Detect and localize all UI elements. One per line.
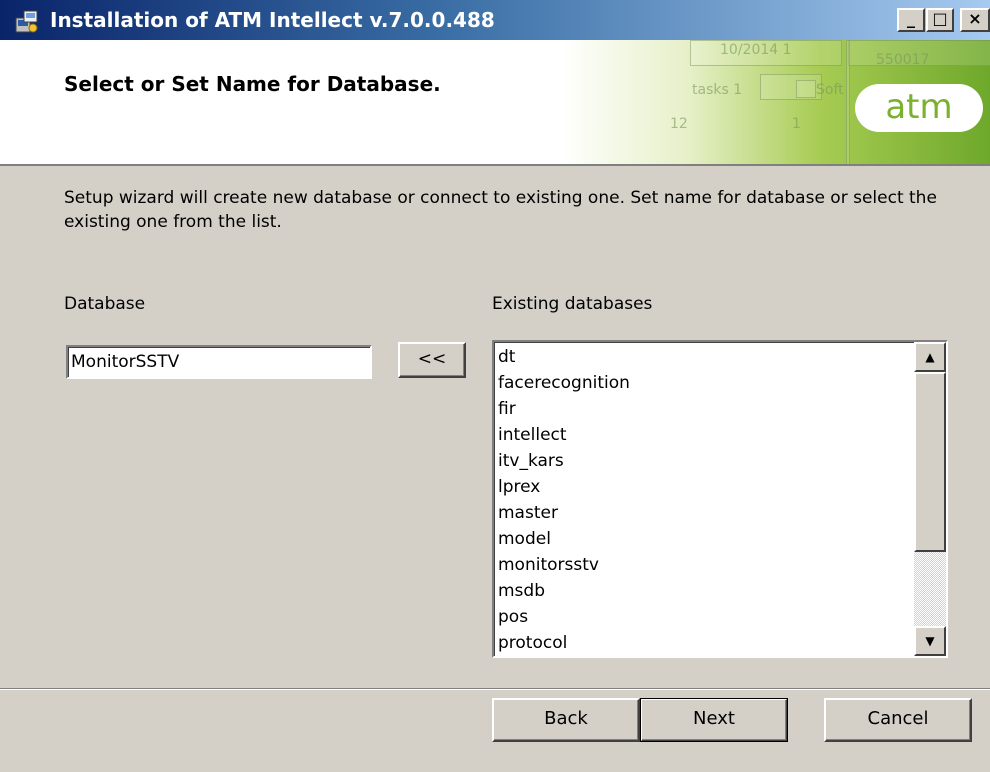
close-button[interactable]: × (960, 8, 990, 32)
cancel-button[interactable]: Cancel (824, 698, 972, 742)
title-bar[interactable]: Installation of ATM Intellect v.7.0.0.48… (0, 0, 990, 40)
banner-text: 12 (670, 116, 688, 132)
atm-logo: atm (855, 84, 983, 132)
banner-text: 550017 (876, 52, 930, 68)
list-item[interactable]: dt (498, 344, 908, 370)
list-item[interactable]: model (498, 526, 908, 552)
footer-separator (0, 688, 990, 690)
list-item[interactable]: msdb (498, 578, 908, 604)
list-item[interactable]: protocol (498, 630, 908, 656)
page-title: Select or Set Name for Database. (64, 72, 441, 96)
instructions-text: Setup wizard will create new database or… (64, 188, 937, 232)
banner-text: 10/2014 1 (720, 42, 792, 58)
logo-text: atm (885, 87, 953, 127)
installer-icon (15, 10, 38, 33)
scroll-thumb[interactable] (914, 372, 946, 552)
window-title: Installation of ATM Intellect v.7.0.0.48… (50, 8, 495, 32)
existing-databases-list[interactable]: dt facerecognition fir intellect itv_kar… (492, 340, 948, 658)
arrow-down-icon: ▼ (925, 634, 935, 648)
installer-window: Installation of ATM Intellect v.7.0.0.48… (0, 0, 990, 772)
next-button[interactable]: Next (640, 698, 788, 742)
scroll-up-button[interactable]: ▲ (914, 342, 946, 372)
list-item[interactable]: lprex (498, 474, 908, 500)
list-item[interactable]: pos (498, 604, 908, 630)
list-item[interactable]: itv_kars (498, 448, 908, 474)
banner-text: Soft (816, 82, 844, 98)
list-item[interactable]: intellect (498, 422, 908, 448)
back-button[interactable]: Back (492, 698, 640, 742)
minimize-button[interactable]: _ (897, 8, 925, 32)
database-name-input[interactable] (66, 345, 372, 379)
existing-databases-label: Existing databases (492, 294, 653, 314)
maximize-button[interactable]: □ (926, 8, 954, 32)
wizard-header: 10/2014 1 550017 Soft tasks 1 12 1 atm S… (0, 40, 990, 166)
list-item[interactable]: monitorsstv (498, 552, 908, 578)
banner-text: tasks 1 (692, 82, 743, 98)
list-scrollbar[interactable]: ▲ ▼ (914, 342, 946, 656)
banner-cell (796, 80, 816, 98)
list-items: dt facerecognition fir intellect itv_kar… (498, 344, 908, 656)
database-label: Database (64, 294, 146, 314)
banner-text: 1 (792, 116, 801, 132)
select-database-button[interactable]: << (398, 342, 466, 378)
banner-divider (846, 40, 850, 164)
list-item[interactable]: facerecognition (498, 370, 908, 396)
list-item[interactable]: fir (498, 396, 908, 422)
arrow-up-icon: ▲ (925, 350, 935, 364)
scroll-down-button[interactable]: ▼ (914, 626, 946, 656)
list-item[interactable]: master (498, 500, 908, 526)
